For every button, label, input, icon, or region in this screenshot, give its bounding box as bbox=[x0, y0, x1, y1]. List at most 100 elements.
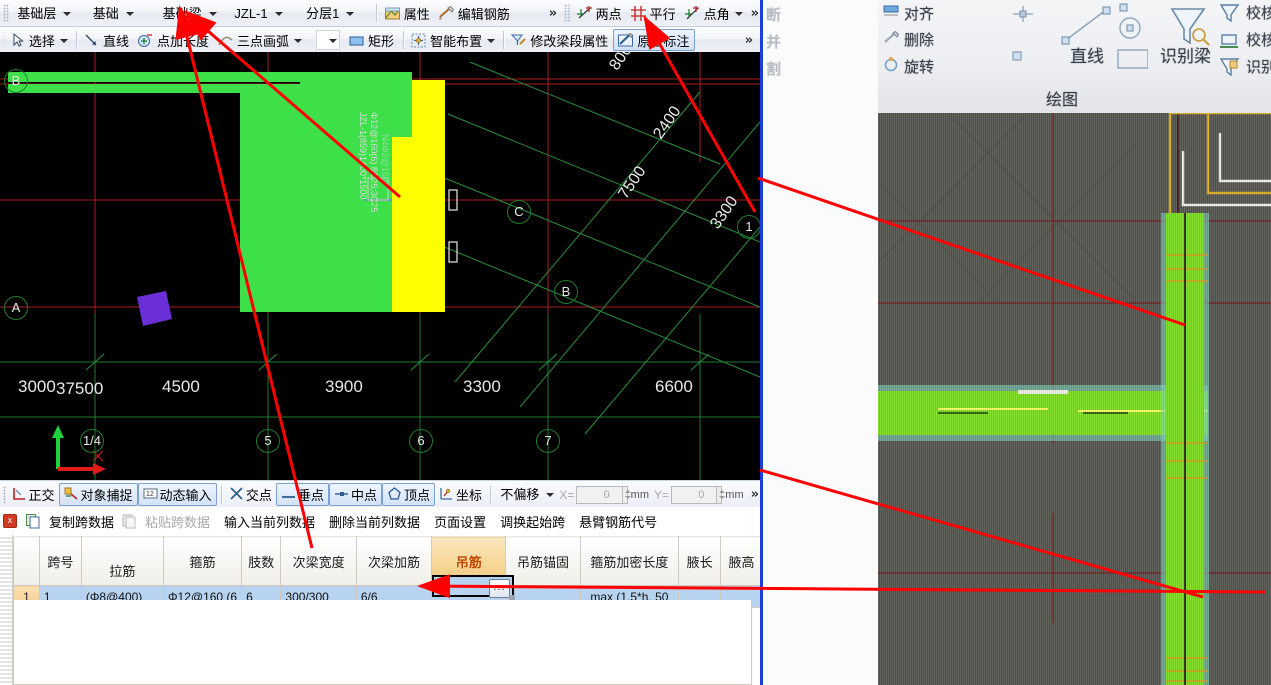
three-point-arc-button[interactable]: 三点画弧 bbox=[214, 30, 306, 50]
grid-bubble-B-left[interactable]: B bbox=[4, 69, 28, 93]
close-icon[interactable]: x bbox=[3, 514, 17, 528]
active-cell-editor[interactable]: ... bbox=[432, 575, 514, 598]
point-angle-icon bbox=[684, 5, 701, 22]
cantilever-rebar-code[interactable]: 悬臂钢筋代号 bbox=[572, 512, 664, 531]
check-beam-label[interactable]: 校核梁 bbox=[1246, 2, 1271, 23]
beam-rebar-grid[interactable]: 跨号 拉筋 箍筋 肢数 次梁宽度 次梁加筋 吊筋 吊筋锚固 箍筋加密长度 腋长 … bbox=[13, 536, 763, 608]
swap-start-span[interactable]: 调换起始跨 bbox=[493, 512, 572, 531]
chevron-down-icon[interactable] bbox=[343, 4, 356, 23]
col-stirrup-dense-length[interactable]: 箍筋加密长度 bbox=[579, 536, 680, 586]
align-label[interactable]: 对齐 bbox=[904, 3, 934, 24]
copy-span-data[interactable]: 复制跨数据 bbox=[42, 512, 121, 531]
drawing-status-bar: 正交 对象捕捉 12 动态输入 交点 垂点 中点 顶点 坐标 不偏移 X= 0 … bbox=[0, 480, 763, 509]
line-button[interactable]: 直线 bbox=[80, 30, 134, 50]
style-combo[interactable] bbox=[316, 30, 341, 50]
identify-beam-label[interactable]: 识别梁 bbox=[1160, 42, 1211, 67]
col-hanging-anchor[interactable]: 吊筋锚固 bbox=[505, 536, 581, 586]
properties-button[interactable]: 属性 bbox=[381, 3, 435, 23]
two-point-button[interactable]: 两点 bbox=[573, 3, 627, 23]
photo-cad-view[interactable] bbox=[837, 72, 1271, 685]
chevron-down-icon[interactable] bbox=[543, 485, 556, 504]
chevron-down-icon[interactable] bbox=[695, 31, 696, 49]
grid-bubble-A-left[interactable]: A bbox=[4, 296, 28, 320]
two-point-icon bbox=[576, 5, 593, 22]
cad-drawing-canvas[interactable]: JZL-1(859)1400*1500 Φ12@160(6) 8C25;3C25… bbox=[0, 52, 760, 480]
edit-rebar-button[interactable]: 编辑钢筋 bbox=[435, 3, 515, 23]
grid-bubble-C[interactable]: C bbox=[507, 200, 531, 224]
chevron-down-icon[interactable] bbox=[291, 31, 303, 49]
rectangle-button[interactable]: 矩形 bbox=[345, 30, 399, 50]
midpoint-snap-button[interactable]: 中点 bbox=[328, 483, 382, 506]
chevron-down-icon[interactable] bbox=[484, 31, 496, 49]
modify-beam-segment-button[interactable]: 修改梁段属性 bbox=[507, 30, 613, 50]
dynamic-input-button[interactable]: 12 动态输入 bbox=[137, 483, 217, 506]
insitu-annotation-button[interactable]: 原位标注 bbox=[613, 29, 696, 51]
line-label: 直线 bbox=[102, 33, 129, 49]
page-setup[interactable]: 页面设置 bbox=[427, 512, 493, 531]
col-secondary-beam-width[interactable]: 次梁宽度 bbox=[280, 536, 357, 586]
identify-beam-rebar-label[interactable]: 识别梁 bbox=[1246, 56, 1271, 77]
point-add-length-button[interactable]: 点加长度 bbox=[134, 30, 214, 50]
point-angle-button[interactable]: 点角 bbox=[681, 3, 747, 23]
col-haunch-height[interactable]: 腋高 bbox=[720, 536, 763, 586]
toolbar-grip-icon[interactable] bbox=[3, 4, 10, 22]
intersection-snap-button[interactable]: 交点 bbox=[225, 484, 276, 505]
cell-ellipsis-button[interactable]: ... bbox=[489, 579, 510, 598]
delete-current-column-data[interactable]: 删除当前列数据 bbox=[322, 512, 427, 531]
col-tie-rebar[interactable]: 拉筋 bbox=[80, 536, 164, 586]
check-insitu-icon bbox=[1220, 34, 1238, 48]
status-grip-icon[interactable] bbox=[3, 485, 6, 504]
layer-selector[interactable]: 分层1 bbox=[301, 4, 371, 23]
toolbar-overflow-icon[interactable]: » bbox=[545, 6, 561, 21]
smart-layout-button[interactable]: 智能布置 bbox=[407, 30, 499, 50]
table-header-row: 跨号 拉筋 箍筋 肢数 次梁宽度 次梁加筋 吊筋 吊筋锚固 箍筋加密长度 腋长 … bbox=[13, 536, 763, 586]
toolbar-grip-icon[interactable] bbox=[564, 4, 571, 22]
check-insitu-label[interactable]: 校核原 bbox=[1246, 29, 1271, 50]
vertex-snap-button[interactable]: 顶点 bbox=[381, 483, 435, 506]
col-legs[interactable]: 肢数 bbox=[241, 536, 282, 586]
col-span-no[interactable]: 跨号 bbox=[38, 536, 82, 586]
toolbar-grip-icon[interactable] bbox=[3, 31, 4, 49]
object-snap-button[interactable]: 对象捕捉 bbox=[58, 483, 138, 506]
y-coordinate-input[interactable]: 0 bbox=[671, 485, 718, 504]
draw-line-label[interactable]: 直线 bbox=[1070, 42, 1104, 67]
x-coordinate-stepper[interactable] bbox=[622, 485, 631, 504]
chevron-down-icon[interactable] bbox=[206, 4, 219, 23]
chevron-down-icon[interactable] bbox=[123, 4, 136, 23]
chevron-down-icon[interactable] bbox=[1089, 88, 1103, 104]
chevron-down-icon[interactable] bbox=[272, 4, 285, 23]
y-coordinate-stepper[interactable] bbox=[717, 485, 726, 504]
col-haunch-length[interactable]: 腋长 bbox=[678, 536, 722, 586]
chevron-down-icon[interactable] bbox=[732, 4, 744, 22]
col-secondary-beam-rebar[interactable]: 次梁加筋 bbox=[355, 536, 433, 586]
chevron-down-icon[interactable] bbox=[60, 4, 73, 23]
floor-selector[interactable]: 基础层 bbox=[12, 4, 85, 23]
col-stirrup[interactable]: 箍筋 bbox=[162, 536, 243, 586]
input-current-column-data[interactable]: 输入当前列数据 bbox=[217, 512, 322, 531]
perpendicular-snap-button[interactable]: 垂点 bbox=[275, 483, 329, 506]
chevron-down-icon[interactable] bbox=[57, 31, 69, 49]
grid-bubble-B-right[interactable]: B bbox=[554, 280, 578, 304]
grid-bubble-1[interactable]: 1 bbox=[737, 215, 760, 239]
component-name-selector[interactable]: JZL-1 bbox=[229, 4, 299, 23]
toolbar2-overflow-icon[interactable]: » bbox=[741, 33, 757, 48]
toolbar-divider bbox=[375, 4, 377, 22]
grid-bubble-7[interactable]: 7 bbox=[536, 429, 560, 453]
chevron-down-icon[interactable] bbox=[948, 4, 960, 18]
paste-span-data: 粘贴跨数据 bbox=[145, 514, 211, 530]
delete-label[interactable]: 删除 bbox=[904, 29, 934, 50]
chevron-down-icon[interactable] bbox=[326, 31, 339, 50]
parallel-button[interactable]: 平行 bbox=[627, 3, 681, 23]
grid-bubble-5[interactable]: 5 bbox=[256, 429, 280, 453]
rotate-label[interactable]: 旋转 bbox=[904, 56, 934, 77]
component-type-selector[interactable]: 基础梁 bbox=[158, 4, 228, 23]
grid-bubble-6[interactable]: 6 bbox=[409, 429, 433, 453]
offset-mode-selector[interactable]: 不偏移 bbox=[495, 485, 556, 504]
coordinate-button[interactable]: 坐标 bbox=[435, 484, 486, 505]
svg-text:12: 12 bbox=[146, 491, 154, 498]
grid-bubble-1-4[interactable]: 1/4 bbox=[80, 429, 104, 453]
ortho-button[interactable]: 正交 bbox=[8, 484, 59, 505]
x-coordinate-input[interactable]: 0 bbox=[576, 485, 623, 504]
select-button[interactable]: 选择 bbox=[6, 30, 72, 50]
category-selector[interactable]: 基础 bbox=[88, 4, 156, 23]
